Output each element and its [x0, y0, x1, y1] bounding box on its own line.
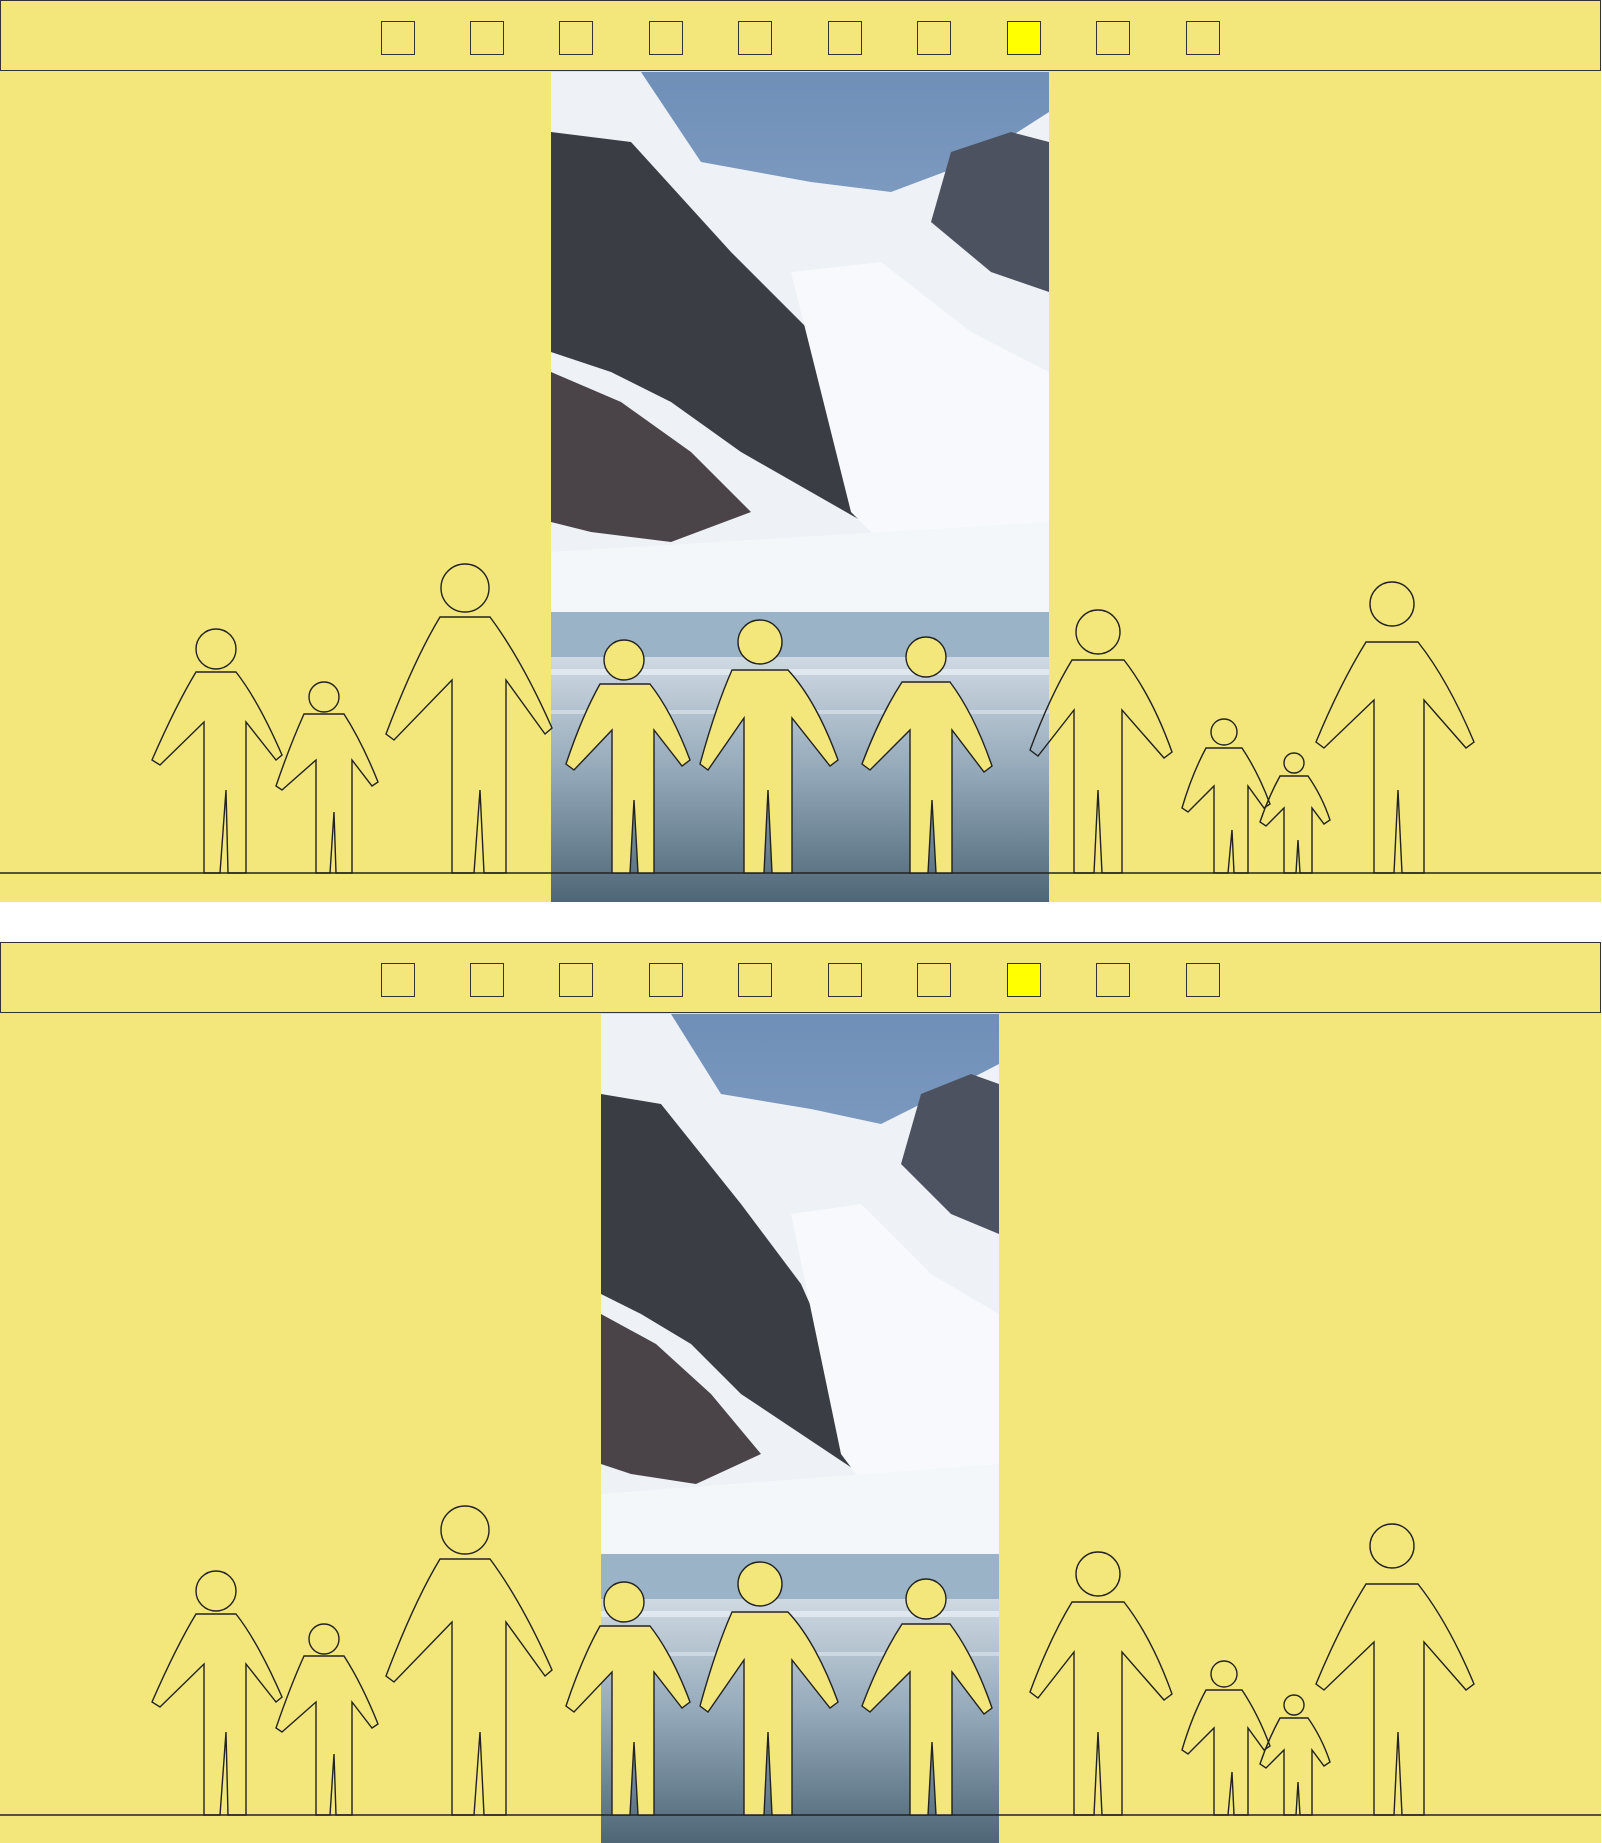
person-icon: [1029, 1551, 1173, 1816]
person-icon: [275, 1623, 379, 1816]
person-icon: [151, 1570, 283, 1816]
person-icon: [861, 636, 993, 874]
person-icon: [1181, 1660, 1271, 1816]
person-icon: [1315, 581, 1475, 874]
person-icon: [699, 619, 839, 874]
person-icon: [1029, 609, 1173, 874]
person-icon: [151, 628, 283, 874]
people-figures-top: [0, 563, 1601, 874]
person-icon: [385, 563, 553, 874]
person-icon: [1315, 1523, 1475, 1816]
slide-panel-bottom: [0, 942, 1601, 1843]
person-icon: [385, 1505, 553, 1816]
person-icon: [565, 639, 691, 874]
person-icon: [861, 1578, 993, 1816]
person-icon: [1181, 718, 1271, 874]
person-icon: [1259, 1694, 1331, 1816]
person-icon: [275, 681, 379, 874]
person-icon: [699, 1561, 839, 1816]
person-icon: [565, 1581, 691, 1816]
slide-panel-top: [0, 0, 1601, 902]
person-icon: [1259, 752, 1331, 874]
people-figures-bottom: [0, 1505, 1601, 1816]
